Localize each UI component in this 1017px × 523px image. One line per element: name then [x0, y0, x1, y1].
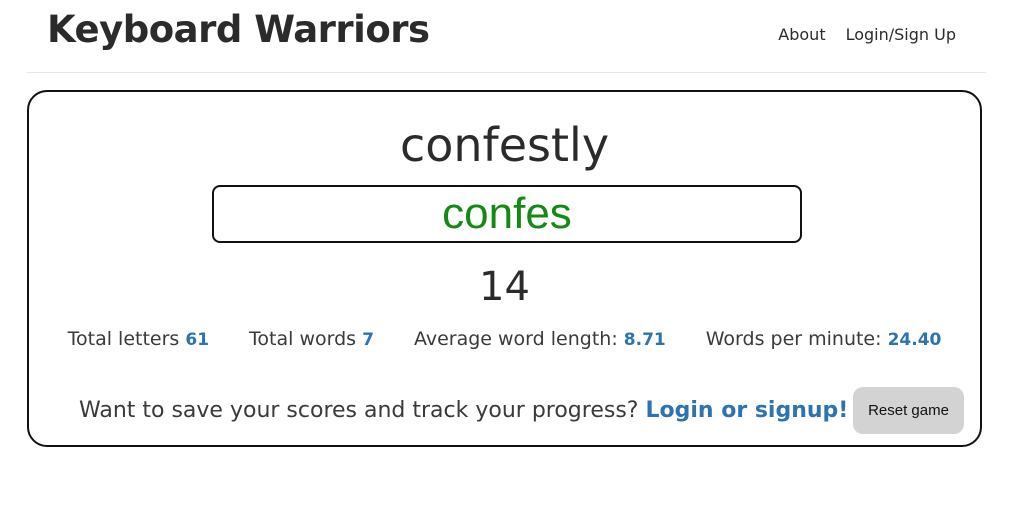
game-card: confestly 14 Total letters 61 Total word…: [27, 90, 982, 447]
save-scores-prompt: Want to save your scores and track your …: [79, 398, 848, 423]
stat-wpm: Words per minute: 24.40: [706, 328, 942, 350]
site-header: Keyboard Warriors About Login/Sign Up: [27, 0, 986, 73]
stat-wpm-value: 24.40: [887, 330, 942, 350]
stat-total-words-value: 7: [362, 330, 374, 350]
promo-text: Want to save your scores and track your …: [79, 398, 639, 423]
stat-avg-word-length: Average word length: 8.71: [414, 328, 666, 350]
countdown-timer: 14: [479, 264, 530, 310]
stat-total-words-label: Total words: [249, 328, 357, 350]
stat-total-words: Total words 7: [249, 328, 374, 350]
nav-login-link[interactable]: Login/Sign Up: [846, 25, 956, 44]
stats-bar: Total letters 61 Total words 7 Average w…: [29, 328, 980, 350]
stat-avg-word-length-value: 8.71: [623, 330, 666, 350]
login-signup-link[interactable]: Login or signup!: [645, 398, 848, 423]
stat-total-letters-label: Total letters: [67, 328, 180, 350]
stat-wpm-label: Words per minute:: [705, 328, 882, 350]
top-nav: About Login/Sign Up: [778, 25, 956, 44]
stat-avg-word-length-label: Average word length:: [413, 328, 618, 350]
reset-game-button[interactable]: Reset game: [853, 387, 964, 434]
stat-total-letters: Total letters 61: [68, 328, 209, 350]
nav-about-link[interactable]: About: [778, 25, 825, 44]
target-word: confestly: [399, 118, 610, 172]
brand-title[interactable]: Keyboard Warriors: [47, 8, 430, 51]
typing-input[interactable]: [212, 185, 802, 243]
stat-total-letters-value: 61: [185, 330, 210, 350]
